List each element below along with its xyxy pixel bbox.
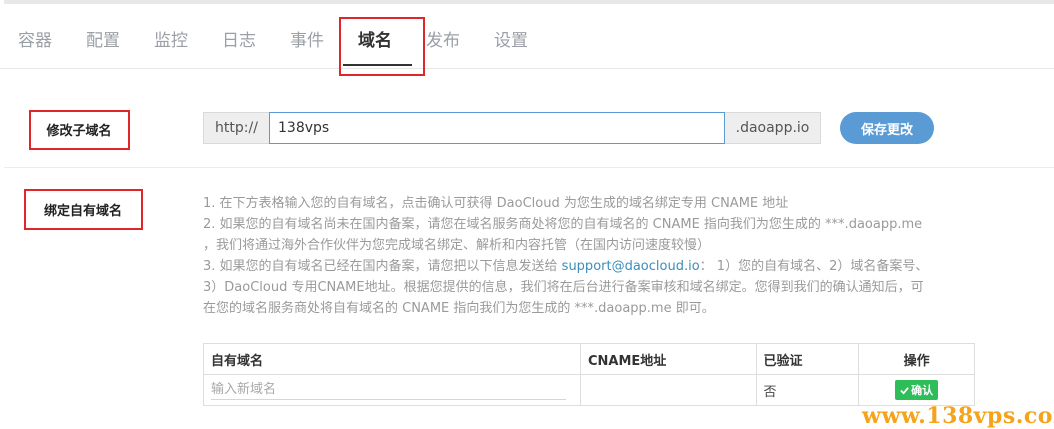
instruction-line-3: ，我们将通过海外合作伙伴为您完成域名绑定、解析和内容托管（在国内访问速度较慢）	[203, 238, 711, 253]
confirm-label: 确认	[911, 384, 934, 397]
cname-cell	[579, 374, 757, 406]
check-icon	[900, 386, 909, 395]
tab-config[interactable]: 配置	[86, 14, 120, 68]
tab-monitor[interactable]: 监控	[154, 14, 188, 68]
instructions: 1. 在下方表格输入您的自有域名，点击确认可获得 DaoCloud 为您生成的域…	[203, 193, 983, 319]
action-cell: 确认	[858, 374, 975, 406]
header-verified: 已验证	[755, 343, 860, 375]
url-prefix: http://	[203, 112, 269, 144]
header-cname: CNAME地址	[579, 343, 757, 375]
table-row: 否 确认	[203, 374, 975, 406]
instruction-line-4: 3. 如果您的自有域名已经在国内备案，请您把以下信息发送给 support@da…	[203, 256, 983, 277]
tab-highlight-box	[339, 17, 425, 76]
domain-cell	[203, 374, 581, 406]
header-domain: 自有域名	[203, 343, 581, 375]
tab-settings[interactable]: 设置	[494, 14, 528, 68]
save-button[interactable]: 保存更改	[840, 112, 934, 144]
new-domain-input[interactable]	[211, 380, 566, 400]
instruction-line-1: 1. 在下方表格输入您的自有域名，点击确认可获得 DaoCloud 为您生成的域…	[203, 196, 789, 211]
domain-table: 自有域名 CNAME地址 已验证 操作 否 确认	[203, 343, 975, 406]
tab-events[interactable]: 事件	[290, 14, 324, 68]
confirm-button[interactable]: 确认	[895, 380, 939, 400]
support-email-link[interactable]: support@daocloud.io	[562, 259, 700, 274]
custom-domain-label-highlight	[24, 189, 143, 230]
instruction-line-5: 3）DaoCloud 专用CNAME地址。根据您提供的信息，我们将在后台进行备案…	[203, 280, 924, 295]
tab-release[interactable]: 发布	[426, 14, 460, 68]
verified-cell: 否	[755, 374, 860, 406]
instruction-line-2: 2. 如果您的自有域名尚未在国内备案，请您在域名服务商处将您的自有域名的 CNA…	[203, 217, 923, 232]
header-action: 操作	[858, 343, 975, 375]
section-divider	[4, 167, 1054, 168]
instruction-line-4-end: ： 1）您的自有域名、2）域名备案号、	[699, 259, 929, 274]
url-suffix: .daoapp.io	[725, 112, 821, 144]
tab-bar: 容器 配置 监控 日志 事件 域名 发布 设置	[0, 14, 1054, 69]
subdomain-input[interactable]	[269, 112, 725, 144]
tab-containers[interactable]: 容器	[18, 14, 52, 68]
table-header-row: 自有域名 CNAME地址 已验证 操作	[203, 343, 975, 375]
top-border	[4, 0, 1054, 4]
instruction-line-6: 在您的域名服务商处将自有域名的 CNAME 指向我们为您生成的 ***.daoa…	[203, 301, 715, 316]
instruction-line-4-start: 3. 如果您的自有域名已经在国内备案，请您把以下信息发送给	[203, 259, 562, 274]
tab-logs[interactable]: 日志	[222, 14, 256, 68]
watermark: www.138vps.com	[862, 403, 1054, 429]
subdomain-label-highlight	[29, 110, 130, 150]
